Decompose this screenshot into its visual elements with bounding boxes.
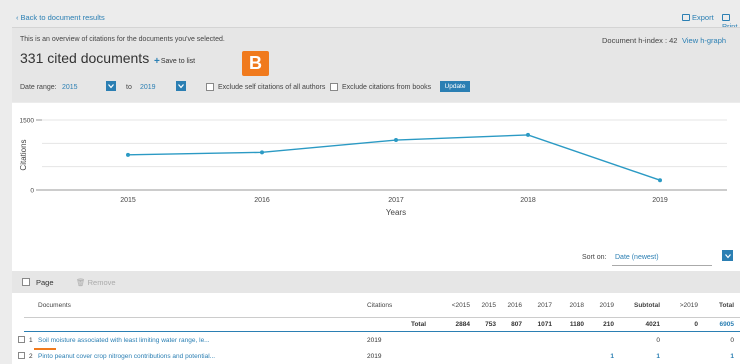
x-tick-label: 2016	[254, 197, 270, 204]
select-page-checkbox[interactable]	[22, 278, 30, 286]
total-divider	[24, 331, 740, 332]
x-tick-label: 2015	[120, 197, 136, 204]
data-point	[260, 150, 264, 155]
column-header-2016[interactable]: 2016	[498, 302, 522, 309]
row-total: 1	[730, 353, 734, 360]
row-checkbox[interactable]	[18, 352, 25, 359]
total-row-label: Total	[410, 321, 426, 328]
sort-controls: Sort on: Date (newest)	[12, 245, 740, 271]
column-header-2017[interactable]: 2017	[526, 302, 552, 309]
row-number: 1	[29, 337, 33, 344]
document-title-link[interactable]: Soil moisture associated with least limi…	[38, 337, 210, 344]
series-line	[127, 134, 661, 181]
remove-button[interactable]: 🗑 Remove	[76, 278, 116, 287]
top-bar: ‹Back to document results Export Print	[12, 10, 740, 31]
save-to-list-label: Save to list	[160, 58, 196, 65]
remove-label: Remove	[87, 278, 116, 287]
sort-underline	[612, 265, 712, 266]
view-h-graph-link[interactable]: View h-graph	[682, 36, 726, 45]
row-subtotal: 0	[656, 337, 660, 344]
date-range-label: Date range:	[20, 84, 57, 91]
total-2019: 210	[603, 321, 614, 328]
chevron-down-icon	[178, 84, 184, 89]
column-header-2018[interactable]: 2018	[558, 302, 584, 309]
column-header-citations[interactable]: Citations	[367, 302, 392, 309]
citations-chart: 0 1500 2015 2016 2017 2018 2019 Years Citations	[12, 103, 740, 245]
citations-table: Documents Citations <2015 2015 2016 2017…	[12, 293, 740, 364]
overview-text: This is an overview of citations for the…	[20, 36, 225, 43]
sort-select-value[interactable]: Date (newest)	[615, 254, 659, 261]
page-title: 331 cited documents	[20, 50, 150, 66]
total-lt2015: 2884	[455, 321, 470, 328]
exclude-books-checkbox[interactable]	[330, 83, 338, 91]
h-index-label: Document h-index : 42	[602, 36, 678, 45]
x-tick-label: 2019	[652, 197, 668, 204]
document-title-link[interactable]: Pinto peanut cover crop nitrogen contrib…	[38, 353, 215, 360]
data-point	[526, 132, 530, 137]
export-icon	[682, 14, 690, 21]
back-to-results-link[interactable]: ‹ Back to document results	[16, 13, 105, 22]
x-tick-label: 2017	[388, 197, 404, 204]
column-header-total[interactable]: Total	[702, 302, 734, 309]
column-header-gt2019[interactable]: >2019	[668, 302, 698, 309]
annotation-badge: B	[242, 51, 269, 76]
trash-icon: 🗑	[76, 278, 86, 287]
date-from-value[interactable]: 2015	[62, 84, 78, 91]
total-subtotal: 4021	[645, 321, 660, 328]
back-link-label: Back to document results	[20, 13, 105, 22]
y-tick-label: 0	[30, 188, 34, 195]
row-2019[interactable]: 1	[588, 353, 614, 360]
y-tick-label: 1500	[20, 118, 35, 125]
data-point	[394, 138, 398, 143]
row-subtotal: 1	[656, 353, 660, 360]
plus-icon: +	[154, 56, 160, 67]
y-axis-label: Citations	[19, 139, 28, 170]
save-to-list-button[interactable]: +Save to list	[154, 56, 195, 67]
row-citations: 2019	[367, 353, 382, 360]
highlight-marker	[34, 348, 56, 350]
total-gt2019: 0	[694, 321, 698, 328]
column-header-2015[interactable]: 2015	[472, 302, 496, 309]
date-from-dropdown[interactable]	[106, 81, 116, 91]
total-2015: 753	[485, 321, 496, 328]
table-toolbar: Page 🗑 Remove	[12, 271, 740, 293]
row-number: 2	[29, 353, 33, 360]
exclude-books-label: Exclude citations from books	[342, 84, 432, 91]
total-total: 6905	[719, 321, 734, 328]
x-tick-label: 2018	[520, 197, 536, 204]
column-header-lt2015[interactable]: <2015	[442, 302, 470, 309]
update-button[interactable]: Update	[440, 81, 470, 92]
chevron-down-icon	[108, 84, 114, 89]
column-header-documents[interactable]: Documents	[38, 302, 71, 309]
date-to-value[interactable]: 2019	[140, 84, 156, 91]
line-chart: 0 1500 2015 2016 2017 2018 2019 Years Citations	[19, 118, 727, 217]
export-label: Export	[692, 13, 714, 22]
sort-label: Sort on:	[582, 254, 607, 261]
total-2018: 1180	[569, 321, 584, 328]
sort-dropdown[interactable]	[722, 250, 733, 261]
row-total: 0	[730, 337, 734, 344]
chevron-down-icon	[724, 253, 731, 258]
chevron-left-icon: ‹	[16, 13, 19, 22]
date-to-label: to	[126, 84, 132, 91]
header-divider	[24, 317, 740, 318]
x-axis-label: Years	[386, 208, 406, 217]
total-2016: 807	[511, 321, 522, 328]
data-point	[126, 152, 130, 157]
row-citations: 2019	[367, 337, 382, 344]
exclude-self-citations-checkbox[interactable]	[206, 83, 214, 91]
data-point	[658, 178, 662, 183]
column-header-2019[interactable]: 2019	[588, 302, 614, 309]
printer-icon	[722, 14, 730, 21]
export-button[interactable]: Export	[682, 13, 714, 22]
exclude-self-citations-label: Exclude self citations of all authors	[218, 84, 326, 91]
date-to-dropdown[interactable]	[176, 81, 186, 91]
column-header-subtotal[interactable]: Subtotal	[622, 302, 660, 309]
date-range-controls: Date range: 2015 to 2019 Exclude self ci…	[20, 81, 740, 95]
total-2017: 1071	[537, 321, 552, 328]
citation-overview-header: This is an overview of citations for the…	[12, 28, 740, 102]
page-label: Page	[36, 278, 54, 287]
row-checkbox[interactable]	[18, 336, 25, 343]
